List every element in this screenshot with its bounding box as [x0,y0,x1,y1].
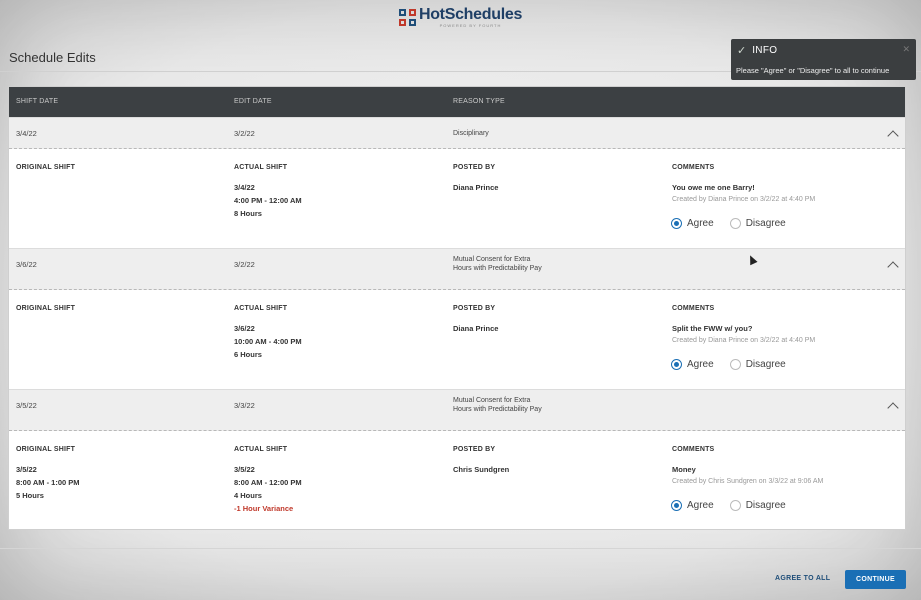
actual-shift-time: 10:00 AM - 4:00 PM [234,337,302,346]
top-bar: HotSchedules POWERED BY FOURTH [0,0,921,34]
agree-to-all-button[interactable]: AGREE TO ALL [775,575,830,582]
actual-shift-label: ACTUAL SHIFT [234,446,288,453]
agree-radio[interactable]: Agree [671,218,714,229]
shift-date: 3/6/22 [16,260,37,269]
toast-message: Please "Agree" or "Disagree" to all to c… [736,66,890,75]
actual-shift-time: 8:00 AM - 12:00 PM [234,478,302,487]
agree-label: Agree [687,500,714,511]
edit-date: 3/3/22 [234,401,255,410]
actual-shift-date: 3/6/22 [234,324,255,333]
comment-text: Split the FWW w/ you? [672,324,753,333]
shift-date: 3/5/22 [16,401,37,410]
agree-radio[interactable]: Agree [671,500,714,511]
actual-shift-hours: 4 Hours [234,491,262,500]
hour-variance: -1 Hour Variance [234,504,294,513]
original-shift-hours: 5 Hours [16,491,44,500]
table-row[interactable]: 3/5/22 3/3/22 Mutual Consent for Extra H… [9,389,905,431]
radio-selected-icon[interactable] [671,500,682,511]
shift-date: 3/4/22 [16,129,37,138]
close-icon[interactable]: ✕ [902,44,910,55]
table-header: SHIFT DATE EDIT DATE REASON TYPE [9,87,905,117]
radio-selected-icon[interactable] [671,218,682,229]
hotschedules-logo: HotSchedules POWERED BY FOURTH [398,5,523,28]
disagree-radio[interactable]: Disagree [729,218,786,229]
comment-created: Created by Diana Prince on 3/2/22 at 4:4… [672,337,816,344]
original-shift-label: ORIGINAL SHIFT [16,164,76,171]
actual-shift-hours: 6 Hours [234,350,262,359]
toast-title: INFO [752,45,778,56]
agree-radio-group: Agree Disagree [671,359,796,370]
disagree-label: Disagree [745,500,786,511]
disagree-label: Disagree [745,218,786,229]
comment-created: Created by Chris Sundgren on 3/3/22 at 9… [672,478,824,485]
disagree-label: Disagree [745,359,786,370]
info-toast: ✓ INFO ✕ Please "Agree" or "Disagree" to… [731,39,916,80]
posted-by-label: POSTED BY [453,446,496,453]
row-detail: ORIGINAL SHIFT 3/5/22 8:00 AM - 1:00 PM … [9,431,905,529]
radio-empty-icon[interactable] [729,359,741,370]
posted-by-label: POSTED BY [453,164,496,171]
agree-label: Agree [687,218,714,229]
chevron-up-icon[interactable] [887,402,899,414]
actual-shift-time: 4:00 PM - 12:00 AM [234,196,302,205]
comment-created: Created by Diana Prince on 3/2/22 at 4:4… [672,196,816,203]
radio-empty-icon[interactable] [729,218,741,229]
page-title: Schedule Edits [9,50,96,65]
original-shift-date: 3/5/22 [16,465,37,474]
actual-shift-label: ACTUAL SHIFT [234,305,288,312]
column-header-reason-type: REASON TYPE [453,98,505,105]
reason-type: Mutual Consent for Extra Hours with Pred… [453,256,542,272]
reason-type: Mutual Consent for Extra Hours with Pred… [453,397,542,413]
disagree-radio[interactable]: Disagree [729,359,786,370]
radio-empty-icon[interactable] [729,500,741,511]
posted-by-name: Chris Sundgren [453,465,510,474]
logo-tagline: POWERED BY FOURTH [439,22,502,28]
original-shift-label: ORIGINAL SHIFT [16,305,76,312]
comments-label: COMMENTS [672,164,715,171]
original-shift-label: ORIGINAL SHIFT [16,446,76,453]
row-detail: ORIGINAL SHIFT ACTUAL SHIFT 3/4/22 4:00 … [9,149,905,248]
continue-button[interactable]: CONTINUE [845,570,906,589]
posted-by-name: Diana Prince [453,324,499,333]
chevron-up-icon[interactable] [887,261,899,273]
column-header-shift-date: SHIFT DATE [16,98,59,105]
chevron-up-icon[interactable] [887,130,899,142]
comment-text: You owe me one Barry! [672,183,755,192]
schedule-edits-table: SHIFT DATE EDIT DATE REASON TYPE 3/4/22 … [8,86,906,530]
actual-shift-hours: 8 Hours [234,209,262,218]
agree-radio-group: Agree Disagree [671,218,796,229]
logo-mark-icon [398,8,416,26]
logo-text: HotSchedules [418,5,523,23]
agree-label: Agree [687,359,714,370]
actual-shift-label: ACTUAL SHIFT [234,164,288,171]
agree-radio-group: Agree Disagree [671,500,796,511]
agree-radio[interactable]: Agree [671,359,714,370]
actual-shift-date: 3/4/22 [234,183,255,192]
posted-by-label: POSTED BY [453,305,496,312]
comment-text: Money [672,465,696,474]
actual-shift-date: 3/5/22 [234,465,255,474]
table-row[interactable]: 3/4/22 3/2/22 Disciplinary [9,117,905,149]
disagree-radio[interactable]: Disagree [729,500,786,511]
check-icon: ✓ [737,45,747,57]
row-detail: ORIGINAL SHIFT ACTUAL SHIFT 3/6/22 10:00… [9,290,905,389]
comments-label: COMMENTS [672,446,715,453]
original-shift-time: 8:00 AM - 1:00 PM [16,478,80,487]
edit-date: 3/2/22 [234,260,255,269]
footer-bar: AGREE TO ALL CONTINUE [0,548,921,600]
reason-type: Disciplinary [453,130,489,137]
table-row[interactable]: 3/6/22 3/2/22 Mutual Consent for Extra H… [9,248,905,290]
column-header-edit-date: EDIT DATE [234,98,272,105]
comments-label: COMMENTS [672,305,715,312]
posted-by-name: Diana Prince [453,183,499,192]
radio-selected-icon[interactable] [671,359,682,370]
edit-date: 3/2/22 [234,129,255,138]
